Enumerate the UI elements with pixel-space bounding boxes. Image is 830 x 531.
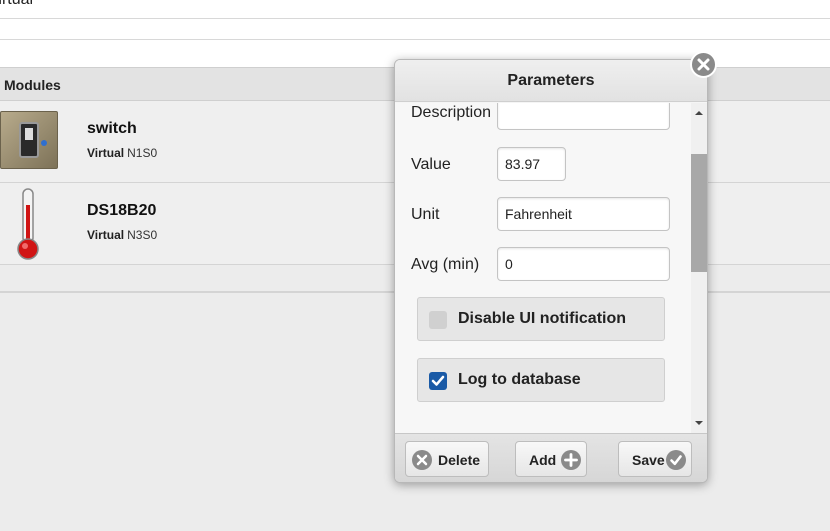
module-name: switch xyxy=(87,120,137,137)
module-id: N3S0 xyxy=(127,228,158,242)
dialog-body: Description Value 83.97 Unit Fahrenheit … xyxy=(395,103,691,433)
dialog-footer: Delete Add Save xyxy=(395,433,707,482)
save-button[interactable]: Save xyxy=(618,441,692,477)
scrollbar-thumb[interactable] xyxy=(691,154,707,272)
module-type: Virtual xyxy=(87,146,125,160)
delete-button[interactable]: Delete xyxy=(405,441,489,477)
delete-label: Delete xyxy=(438,452,481,468)
module-subtitle: Virtual N1S0 xyxy=(87,146,157,160)
scroll-down-arrow-icon[interactable] xyxy=(695,421,703,425)
add-label: Add xyxy=(529,452,557,468)
thermometer-icon xyxy=(17,188,39,260)
module-subtitle: Virtual N3S0 xyxy=(87,228,157,242)
value-label: Value xyxy=(411,156,451,173)
avg-label: Avg (min) xyxy=(411,256,480,273)
unit-input[interactable]: Fahrenheit xyxy=(497,197,670,231)
description-label: Description xyxy=(411,104,492,121)
log-to-database-checkbox[interactable]: Log to database xyxy=(417,358,665,402)
module-type: Virtual xyxy=(87,228,125,242)
checkbox-unchecked-icon[interactable] xyxy=(429,311,447,329)
wall-switch-icon xyxy=(0,111,58,169)
module-name: DS18B20 xyxy=(87,202,157,219)
dialog-scrollbar[interactable] xyxy=(691,103,707,433)
dialog-title: Parameters xyxy=(395,60,707,102)
plus-icon xyxy=(561,450,581,470)
divider xyxy=(0,18,830,19)
checkbox-checked-icon[interactable] xyxy=(429,372,447,390)
modules-header-label: Modules xyxy=(4,77,61,93)
breadcrumb[interactable]: Virtual xyxy=(0,0,33,9)
checkmark-icon xyxy=(431,375,445,386)
avg-input[interactable]: 0 xyxy=(497,247,670,281)
checkbox-label: Disable UI notification xyxy=(458,310,627,327)
delete-x-icon xyxy=(412,450,432,470)
unit-label: Unit xyxy=(411,206,440,223)
close-icon[interactable] xyxy=(690,51,717,78)
value-input[interactable]: 83.97 xyxy=(497,147,566,181)
checkmark-circle-icon xyxy=(666,450,686,470)
parameters-dialog: Parameters Description Value 83.97 Unit … xyxy=(394,59,708,483)
description-input[interactable] xyxy=(497,103,670,130)
disable-ui-notification-checkbox[interactable]: Disable UI notification xyxy=(417,297,665,341)
add-button[interactable]: Add xyxy=(515,441,587,477)
save-label: Save xyxy=(632,452,665,468)
divider xyxy=(0,39,830,40)
scroll-up-arrow-icon[interactable] xyxy=(695,111,703,115)
checkbox-label: Log to database xyxy=(458,371,581,388)
module-id: N1S0 xyxy=(127,146,158,160)
